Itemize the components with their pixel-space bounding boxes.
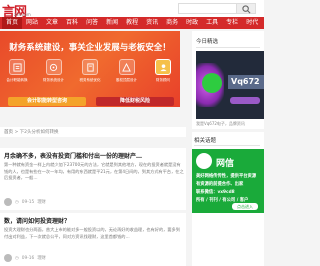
article-excerpt: 第一种就有资金一样上内就少加下23700元的方法，它就是到其他地方，现在的投资者… [4, 162, 184, 180]
nav-item-column[interactable]: 专栏 [222, 17, 242, 29]
ad-enter-button[interactable]: 点击进入 [232, 203, 258, 210]
ad-line: 联系微信：vx9cd8 [196, 190, 235, 195]
breadcrumb-separator: > [14, 130, 19, 135]
today-picks-panel: 今日精选 Vq672 我是Vq672电子，品牌资讯 [192, 31, 264, 129]
nav-item-tutorial[interactable]: 教程 [122, 17, 142, 29]
nav-item-business[interactable]: 商务 [162, 17, 182, 29]
breadcrumb-trail: 首页 > 下2头分析如何转换 [4, 129, 59, 135]
breadcrumb-home[interactable]: 首页 [4, 130, 13, 135]
nav-item-events[interactable]: 活动 [262, 17, 264, 29]
banner-consult-button[interactable]: 会计职能转型咨询 [8, 97, 86, 106]
article-category[interactable]: 理财 [37, 199, 46, 205]
banner-feature-label: 税务系统优化 [79, 78, 101, 82]
ad-text: Vq672 [228, 75, 264, 89]
promo-banner[interactable]: 财务系统建设，事关企业发展与老板安全！ 会计职能转换 财务系统设计 税务系统优化… [0, 31, 180, 107]
nav-item-news[interactable]: 新闻 [102, 17, 122, 29]
banner-feature-label: 股权顶层设计 [116, 78, 137, 82]
related-ad[interactable]: 网信 美好网络传传性，提供平台资源 有资源的前提合作、出家 联系微信：vx9cd… [192, 149, 264, 213]
divider [196, 47, 260, 48]
ad-line: 美好网络传传性，提供平台资源 [196, 174, 257, 179]
equity-icon [118, 59, 135, 75]
nav-item-articles[interactable]: 文章 [42, 17, 62, 29]
article-title[interactable]: 月余确不多，表没有投资门槛和付出一份的理财产… [4, 151, 142, 160]
ad-line: 有资源的前提合作、出家 [196, 182, 244, 187]
panel-title: 今日精选 [196, 39, 219, 45]
nav-item-wiki[interactable]: 百科 [62, 17, 82, 29]
banner-feature[interactable]: 财务顾问 [150, 59, 176, 89]
banner-title: 财务系统建设，事关企业发展与老板安全！ [9, 43, 171, 53]
breadcrumb-current: 下2头分析如何转换 [19, 130, 59, 135]
accounting-icon [9, 59, 25, 75]
article-category[interactable]: 理财 [37, 255, 46, 261]
banner-risk-button[interactable]: 降低财税风险 [96, 97, 174, 106]
breadcrumb: 首页 > 下2头分析如何转换 [0, 127, 186, 137]
chat-icon [196, 153, 212, 169]
nav-item-era[interactable]: 时代 [242, 17, 262, 29]
nav-item-info[interactable]: 资讯 [142, 17, 162, 29]
nav-item-home[interactable]: 首页 [2, 17, 23, 29]
article-meta-row: ◷ 09-16 理财 [0, 253, 186, 266]
search-icon [242, 5, 251, 14]
list-item[interactable]: 月余确不多，表没有投资门槛和付出一份的理财产… 第一种就有资金一样上内就少加下2… [0, 148, 186, 196]
ad-headline: 网信 [216, 159, 235, 169]
banner-feature-label: 会计职能转换 [6, 78, 28, 82]
related-topics-panel: 相关话题 网信 美好网络传传性，提供平台资源 有资源的前提合作、出家 联系微信：… [192, 132, 264, 266]
banner-feature[interactable]: 税务系统优化 [77, 59, 103, 89]
banner-icon-row: 会计职能转换 财务系统设计 税务系统优化 股权顶层设计 财务顾问 [4, 59, 176, 89]
tax-icon [82, 59, 98, 75]
advisor-icon [155, 59, 171, 75]
main-nav: 首页 网站 文章 百科 问答 新闻 教程 资讯 商务 时政 工具 专栏 时代 活… [0, 17, 264, 29]
ad-button[interactable] [230, 97, 260, 104]
list-item[interactable]: 数，请问如何投资理财？ 投资大理财也分两面，普大上市的能对多一般投资以的，无论再… [0, 213, 186, 253]
article-date: 09-15 [21, 199, 35, 205]
banner-feature-label: 财务顾问 [156, 78, 170, 82]
nav-item-site[interactable]: 网站 [22, 17, 42, 29]
avatar [4, 198, 12, 206]
top-header: 言网 zxh.com [0, 0, 264, 20]
banner-feature[interactable]: 会计职能转换 [4, 59, 30, 89]
wechat-icon [202, 73, 222, 93]
nav-item-tools[interactable]: 工具 [202, 17, 222, 29]
article-title[interactable]: 数，请问如何投资理财？ [4, 216, 70, 225]
article-date: 09-16 [21, 255, 35, 261]
article-meta: ◷ 09-16 理财 [4, 254, 46, 262]
nav-item-politics[interactable]: 时政 [182, 17, 202, 29]
sidebar-ad[interactable]: Vq672 [196, 51, 264, 119]
page: 言网 zxh.com 首页 网站 文章 百科 问答 新闻 教程 资讯 商务 时政… [0, 0, 264, 266]
search-button[interactable] [236, 3, 256, 14]
clock-icon: ◷ [15, 255, 19, 261]
clock-icon: ◷ [15, 199, 19, 205]
search-input[interactable] [178, 3, 238, 14]
banner-feature-label: 财务系统设计 [43, 78, 64, 82]
article-meta: ◷ 09-15 理财 [4, 198, 46, 206]
article-excerpt: 投资大理财也分两面，普大上市的能对多一般投资以的，无论再好的收益理，也有好的，要… [4, 227, 180, 239]
panel-title: 相关话题 [194, 138, 217, 144]
ad-caption[interactable]: 我是Vq672电子，品牌资讯 [196, 121, 245, 127]
avatar [4, 254, 12, 262]
banner-feature[interactable]: 股权顶层设计 [114, 59, 140, 89]
system-design-icon [45, 59, 62, 75]
article-meta-row: ◷ 09-15 理财 [0, 196, 186, 210]
banner-feature[interactable]: 财务系统设计 [41, 59, 67, 89]
nav-item-qa[interactable]: 问答 [82, 17, 102, 29]
divider [194, 145, 260, 146]
